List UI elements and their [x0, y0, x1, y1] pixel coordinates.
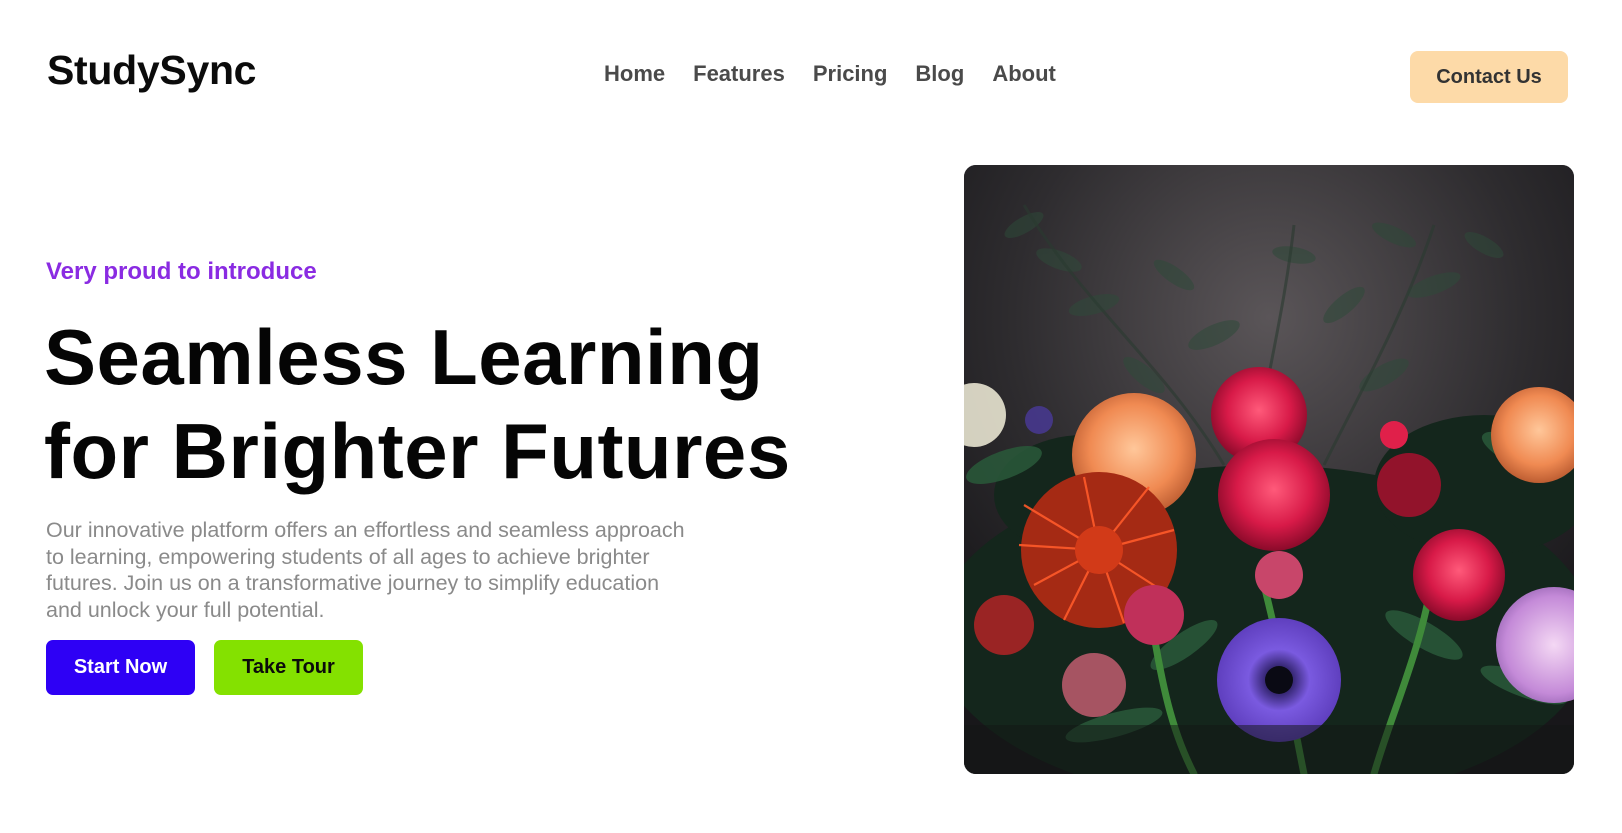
flower-bouquet-illustration: [964, 165, 1574, 774]
hero-eyebrow: Very proud to introduce: [46, 258, 317, 285]
nav-features[interactable]: Features: [693, 63, 785, 85]
nav-pricing[interactable]: Pricing: [813, 63, 888, 85]
landing-page: StudySync Home Features Pricing Blog Abo…: [0, 0, 1622, 833]
main-nav: Home Features Pricing Blog About: [604, 63, 1056, 85]
nav-home[interactable]: Home: [604, 63, 665, 85]
hero-headline: Seamless Learning for Brighter Futures: [44, 310, 844, 498]
hero-image: [964, 165, 1574, 774]
nav-blog[interactable]: Blog: [915, 63, 964, 85]
headline-line-2: for Brighter Futures: [44, 407, 791, 495]
contact-us-button[interactable]: Contact Us: [1410, 51, 1568, 103]
nav-about[interactable]: About: [992, 63, 1056, 85]
headline-line-1: Seamless Learning: [44, 313, 764, 401]
start-now-button[interactable]: Start Now: [46, 640, 195, 695]
hero-description: Our innovative platform offers an effort…: [46, 518, 685, 622]
take-tour-button[interactable]: Take Tour: [214, 640, 363, 695]
logo[interactable]: StudySync: [47, 50, 256, 91]
